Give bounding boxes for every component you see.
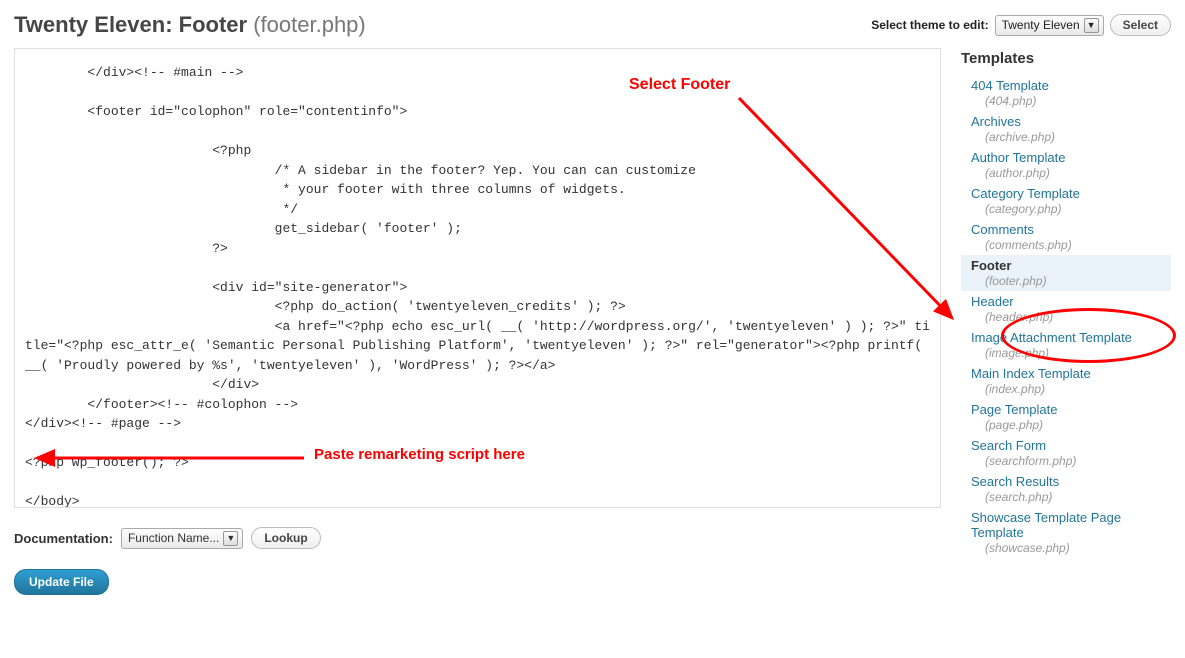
template-filename: (404.php) [971, 94, 1171, 108]
update-file-button[interactable]: Update File [14, 569, 109, 595]
template-filename: (footer.php) [971, 274, 1171, 288]
template-filename: (page.php) [971, 418, 1171, 432]
template-item[interactable]: Comments(comments.php) [961, 219, 1171, 255]
documentation-row: Documentation: Function Name... ▼ Lookup [14, 527, 941, 549]
template-link[interactable]: Footer [971, 258, 1171, 273]
select-button[interactable]: Select [1110, 14, 1171, 36]
template-filename: (archive.php) [971, 130, 1171, 144]
template-link[interactable]: Showcase Template Page Template [971, 510, 1171, 540]
template-link[interactable]: Comments [971, 222, 1171, 237]
template-item[interactable]: Footer(footer.php) [961, 255, 1171, 291]
template-link[interactable]: Category Template [971, 186, 1171, 201]
template-item[interactable]: Main Index Template(index.php) [961, 363, 1171, 399]
template-item[interactable]: Header(header.php) [961, 291, 1171, 327]
function-name-dropdown[interactable]: Function Name... ▼ [121, 528, 243, 549]
code-editor[interactable] [14, 48, 941, 508]
page-title: Twenty Eleven: Footer (footer.php) [14, 12, 366, 38]
theme-dropdown[interactable]: Twenty Eleven ▼ [995, 15, 1104, 36]
template-item[interactable]: Archives(archive.php) [961, 111, 1171, 147]
template-link[interactable]: Search Results [971, 474, 1171, 489]
template-item[interactable]: Search Form(searchform.php) [961, 435, 1171, 471]
template-item[interactable]: Page Template(page.php) [961, 399, 1171, 435]
template-filename: (showcase.php) [971, 541, 1171, 555]
template-filename: (index.php) [971, 382, 1171, 396]
template-link[interactable]: Author Template [971, 150, 1171, 165]
templates-sidebar: Templates 404 Template(404.php)Archives(… [961, 48, 1171, 558]
template-link[interactable]: Archives [971, 114, 1171, 129]
template-link[interactable]: Main Index Template [971, 366, 1171, 381]
templates-heading: Templates [961, 50, 1171, 67]
template-filename: (image.php) [971, 346, 1171, 360]
select-theme-label: Select theme to edit: [871, 18, 988, 32]
editor-column: Select Footer Paste remarketing script h… [14, 48, 941, 595]
template-item[interactable]: Search Results(search.php) [961, 471, 1171, 507]
template-filename: (search.php) [971, 490, 1171, 504]
chevron-down-icon: ▼ [223, 531, 238, 546]
section-name: Footer [179, 12, 247, 37]
template-filename: (searchform.php) [971, 454, 1171, 468]
template-item[interactable]: 404 Template(404.php) [961, 75, 1171, 111]
theme-select-area: Select theme to edit: Twenty Eleven ▼ Se… [871, 14, 1171, 36]
template-filename: (category.php) [971, 202, 1171, 216]
template-link[interactable]: Search Form [971, 438, 1171, 453]
template-filename: (comments.php) [971, 238, 1171, 252]
template-item[interactable]: Category Template(category.php) [961, 183, 1171, 219]
template-item[interactable]: Showcase Template Page Template(showcase… [961, 507, 1171, 558]
template-filename: (header.php) [971, 310, 1171, 324]
template-item[interactable]: Image Attachment Template(image.php) [961, 327, 1171, 363]
template-link[interactable]: Image Attachment Template [971, 330, 1171, 345]
file-name: (footer.php) [253, 12, 366, 37]
theme-name: Twenty Eleven [14, 12, 165, 37]
template-link[interactable]: Page Template [971, 402, 1171, 417]
template-link[interactable]: Header [971, 294, 1171, 309]
chevron-down-icon: ▼ [1084, 18, 1099, 33]
page-header: Twenty Eleven: Footer (footer.php) Selec… [14, 12, 1171, 38]
function-dropdown-value: Function Name... [128, 531, 219, 545]
theme-dropdown-value: Twenty Eleven [1002, 18, 1080, 32]
template-link[interactable]: 404 Template [971, 78, 1171, 93]
documentation-label: Documentation: [14, 531, 113, 546]
template-filename: (author.php) [971, 166, 1171, 180]
lookup-button[interactable]: Lookup [251, 527, 320, 549]
templates-list: 404 Template(404.php)Archives(archive.ph… [961, 75, 1171, 558]
template-item[interactable]: Author Template(author.php) [961, 147, 1171, 183]
